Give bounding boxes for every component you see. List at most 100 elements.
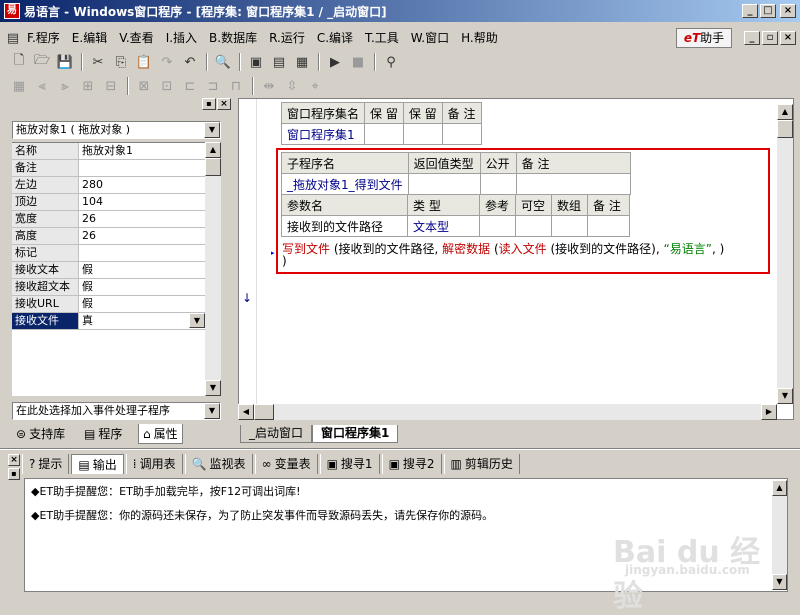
property-value[interactable]: 假 bbox=[79, 262, 205, 278]
menu-view[interactable]: V.查看 bbox=[113, 28, 159, 48]
tab-call-table[interactable]: ⁞ 调用表 bbox=[125, 454, 183, 474]
panel-pin-icon[interactable]: ▪ bbox=[202, 98, 216, 110]
chevron-down-icon[interactable]: ▼ bbox=[189, 313, 205, 328]
chevron-down-icon[interactable]: ▼ bbox=[204, 403, 220, 419]
tab-clip-history[interactable]: ▥ 剪辑历史 bbox=[443, 454, 520, 474]
tab-window-assembly[interactable]: 窗口程序集1 bbox=[312, 425, 399, 443]
mdi-minimize-button[interactable]: _ bbox=[744, 31, 760, 45]
scroll-down-icon[interactable]: ▼ bbox=[205, 380, 221, 396]
table-cell[interactable] bbox=[364, 123, 404, 145]
tab-program[interactable]: ▤ 程序 bbox=[80, 424, 126, 444]
close-button[interactable]: × bbox=[780, 4, 796, 18]
scroll-right-icon[interactable]: ▶ bbox=[761, 404, 777, 420]
property-row[interactable]: 标记 bbox=[12, 245, 205, 262]
binoculars-icon[interactable]: ⚲ bbox=[380, 52, 402, 72]
property-value[interactable]: 104 bbox=[79, 194, 205, 210]
scroll-down-icon[interactable]: ▼ bbox=[772, 574, 787, 590]
same-height-icon[interactable]: ⊐ bbox=[202, 76, 224, 96]
property-row-selected[interactable]: 接收文件真 ▼ bbox=[12, 313, 205, 330]
tab-support-library[interactable]: ⊜ 支持库 bbox=[12, 424, 69, 444]
property-row[interactable]: 顶边 104 bbox=[12, 194, 205, 211]
table-cell[interactable]: 窗口程序集1 bbox=[280, 123, 366, 145]
property-value[interactable]: 假 bbox=[79, 279, 205, 295]
align-center-icon[interactable]: ⫸ bbox=[54, 76, 76, 96]
property-row[interactable]: 接收URL 假 bbox=[12, 296, 205, 313]
menu-program[interactable]: F.程序 bbox=[21, 28, 66, 48]
tab-variable-table[interactable]: ∞ 变量表 bbox=[254, 454, 318, 474]
scroll-thumb[interactable] bbox=[205, 158, 221, 176]
copy-icon[interactable]: ⎘ bbox=[110, 52, 132, 72]
scroll-left-icon[interactable]: ◀ bbox=[238, 404, 254, 420]
space-horizontal-icon[interactable]: ⇹ bbox=[258, 76, 280, 96]
panel-close-icon[interactable]: × bbox=[217, 98, 231, 110]
align-right-icon[interactable]: ⊞ bbox=[77, 76, 99, 96]
undo-icon[interactable]: ↶ bbox=[179, 52, 201, 72]
output-close-icon[interactable]: × bbox=[8, 454, 20, 466]
property-value[interactable]: 假 bbox=[79, 296, 205, 312]
scroll-up-icon[interactable]: ▲ bbox=[772, 480, 787, 496]
new-file-icon[interactable]: 🗋 bbox=[8, 52, 30, 72]
property-row[interactable]: 高度 26 bbox=[12, 228, 205, 245]
run-icon[interactable]: ▶ bbox=[324, 52, 346, 72]
editor-vertical-scrollbar[interactable]: ▲ ▼ bbox=[777, 104, 793, 404]
scroll-up-icon[interactable]: ▲ bbox=[777, 104, 793, 120]
minimize-button[interactable]: _ bbox=[742, 4, 758, 18]
menu-compile[interactable]: C.编译 bbox=[311, 28, 359, 48]
property-row[interactable]: 左边 280 bbox=[12, 177, 205, 194]
event-selector[interactable]: 在此处选择加入事件处理子程序 ▼ bbox=[12, 402, 221, 420]
property-value[interactable]: 真 ▼ bbox=[79, 313, 205, 329]
table-cell[interactable] bbox=[402, 123, 443, 145]
layout-view-3-icon[interactable]: ▦ bbox=[291, 52, 313, 72]
menu-tools[interactable]: T.工具 bbox=[359, 28, 405, 48]
property-row[interactable]: 宽度 26 bbox=[12, 211, 205, 228]
editor-horizontal-scrollbar[interactable]: ◀ ▶ bbox=[238, 404, 777, 420]
object-selector[interactable]: 拖放对象1 ( 拖放对象 ) ▼ bbox=[12, 121, 221, 139]
chevron-down-icon[interactable]: ▼ bbox=[204, 122, 220, 138]
property-value[interactable]: 26 bbox=[79, 228, 205, 244]
output-pin-icon[interactable]: ▪ bbox=[8, 468, 20, 480]
mdi-close-button[interactable]: × bbox=[780, 31, 796, 45]
property-row[interactable]: 接收超文本假 bbox=[12, 279, 205, 296]
scroll-down-icon[interactable]: ▼ bbox=[777, 388, 793, 404]
scroll-thumb[interactable] bbox=[777, 120, 793, 138]
et-helper-button[interactable]: eT助手 bbox=[676, 28, 732, 48]
tab-hint[interactable]: ? 提示 bbox=[22, 454, 70, 474]
stop-icon[interactable]: ■ bbox=[347, 52, 369, 72]
property-row[interactable]: 名称 拖放对象1 bbox=[12, 143, 205, 160]
same-size-icon[interactable]: ⊓ bbox=[225, 76, 247, 96]
layout-view-1-icon[interactable]: ▣ bbox=[245, 52, 267, 72]
property-value[interactable]: 280 bbox=[79, 177, 205, 193]
property-scrollbar[interactable]: ▲ ▼ bbox=[205, 142, 221, 396]
menu-database[interactable]: B.数据库 bbox=[203, 28, 263, 48]
menu-help[interactable]: H.帮助 bbox=[455, 28, 504, 48]
menu-insert[interactable]: I.插入 bbox=[160, 28, 203, 48]
property-value[interactable] bbox=[79, 160, 205, 176]
same-width-icon[interactable]: ⊏ bbox=[179, 76, 201, 96]
align-bottom-icon[interactable]: ⊡ bbox=[156, 76, 178, 96]
tab-watch-table[interactable]: 🔍 监视表 bbox=[184, 454, 253, 474]
align-top-icon[interactable]: ⊟ bbox=[100, 76, 122, 96]
redo-icon[interactable]: ↷ bbox=[156, 52, 178, 72]
tab-search-2[interactable]: ▣ 搜寻2 bbox=[381, 454, 442, 474]
align-middle-icon[interactable]: ⊠ bbox=[133, 76, 155, 96]
menu-edit[interactable]: E.编辑 bbox=[66, 28, 113, 48]
property-value[interactable]: 26 bbox=[79, 211, 205, 227]
mdi-restore-button[interactable]: ▫ bbox=[762, 31, 778, 45]
space-vertical-icon[interactable]: ⇳ bbox=[281, 76, 303, 96]
property-row[interactable]: 接收文本假 bbox=[12, 262, 205, 279]
find-icon[interactable]: 🔍 bbox=[212, 52, 234, 72]
open-folder-icon[interactable]: 🗁 bbox=[31, 52, 53, 72]
output-area[interactable]: ◆ET助手提醒您：ET助手加载完毕，按F12可调出词库! ◆ET助手提醒您：你的… bbox=[24, 478, 788, 614]
center-form-icon[interactable]: ⌖ bbox=[304, 76, 326, 96]
menu-window[interactable]: W.窗口 bbox=[405, 28, 455, 48]
maximize-button[interactable]: □ bbox=[760, 4, 776, 18]
scroll-thumb[interactable] bbox=[254, 404, 274, 420]
layout-view-2-icon[interactable]: ▤ bbox=[268, 52, 290, 72]
property-row[interactable]: 备注 bbox=[12, 160, 205, 177]
menu-run[interactable]: R.运行 bbox=[263, 28, 311, 48]
property-value[interactable]: 拖放对象1 bbox=[79, 143, 205, 159]
align-grid-icon[interactable]: ▦ bbox=[8, 76, 30, 96]
scroll-up-icon[interactable]: ▲ bbox=[205, 142, 221, 158]
property-value[interactable] bbox=[79, 245, 205, 261]
align-left-icon[interactable]: ⫷ bbox=[31, 76, 53, 96]
